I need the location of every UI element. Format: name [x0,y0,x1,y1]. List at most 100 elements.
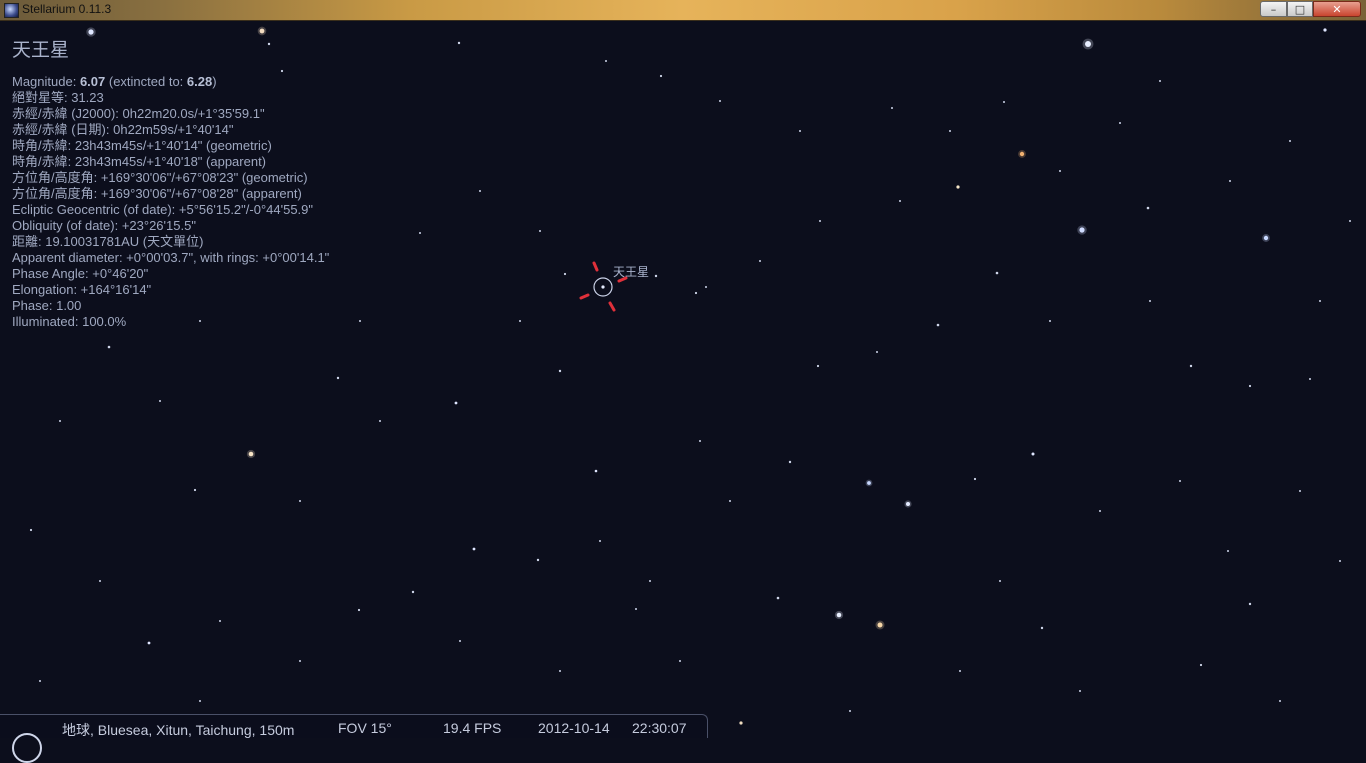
star[interactable] [559,670,561,672]
star[interactable] [1248,384,1252,388]
star[interactable] [219,620,221,622]
star[interactable] [1179,480,1181,482]
star[interactable] [379,420,381,422]
star[interactable] [759,260,761,262]
star[interactable] [1003,101,1005,103]
star[interactable] [776,596,780,600]
star[interactable] [1299,490,1301,492]
bottom-status-bar[interactable]: 地球, Bluesea, Xitun, Taichung, 150m FOV 1… [0,714,708,763]
star[interactable] [359,320,361,322]
star[interactable] [867,481,871,485]
minimize-button[interactable]: – [1260,1,1287,17]
star[interactable] [472,547,476,551]
star[interactable] [1349,220,1351,222]
close-button[interactable]: ✕ [1313,1,1361,17]
star[interactable] [539,230,541,232]
star[interactable] [336,376,340,380]
star[interactable] [147,641,151,645]
star[interactable] [1289,140,1291,142]
star[interactable] [699,440,701,442]
star[interactable] [99,580,101,582]
star[interactable] [973,477,977,481]
star[interactable] [1059,170,1061,172]
star[interactable] [419,232,421,234]
star[interactable] [694,291,698,295]
star[interactable] [159,400,161,402]
star[interactable] [891,107,893,109]
star[interactable] [29,528,33,532]
star[interactable] [599,540,601,542]
star[interactable] [248,451,254,457]
star[interactable] [936,323,940,327]
maximize-button[interactable]: □ [1287,1,1313,17]
window-titlebar[interactable]: Stellarium 0.11.3 – □ ✕ [0,0,1366,21]
star[interactable] [635,608,637,610]
star[interactable] [906,502,910,506]
star[interactable] [299,500,301,502]
star[interactable] [594,469,598,473]
star[interactable] [411,590,415,594]
star[interactable] [788,460,792,464]
star[interactable] [459,640,461,642]
star[interactable] [558,369,562,373]
star[interactable] [107,345,111,349]
star[interactable] [877,622,883,628]
star[interactable] [1229,180,1231,182]
star[interactable] [679,660,681,662]
star[interactable] [479,190,481,192]
star[interactable] [1323,28,1327,32]
star[interactable] [659,74,663,78]
star[interactable] [1149,300,1151,302]
star[interactable] [605,60,607,62]
star[interactable] [1199,663,1203,667]
star[interactable] [1079,227,1085,233]
star[interactable] [819,220,821,222]
star[interactable] [1079,690,1081,692]
star[interactable] [1319,300,1321,302]
star[interactable] [1248,602,1252,606]
star[interactable] [739,721,743,725]
star[interactable] [1085,41,1091,47]
star[interactable] [899,200,901,202]
star[interactable] [457,41,461,45]
star[interactable] [1031,452,1035,456]
star[interactable] [729,500,731,502]
star[interactable] [959,670,961,672]
star[interactable] [39,680,41,682]
star[interactable] [454,401,458,405]
star[interactable] [1339,560,1341,562]
star[interactable] [1159,80,1161,82]
star[interactable] [1309,378,1311,380]
star[interactable] [799,130,801,132]
star[interactable] [705,286,707,288]
star[interactable] [563,272,567,276]
star[interactable] [649,580,651,582]
star[interactable] [299,660,301,662]
star[interactable] [199,700,201,702]
star[interactable] [1040,626,1044,630]
star[interactable] [719,100,721,102]
star[interactable] [536,558,540,562]
star[interactable] [999,580,1001,582]
star[interactable] [59,420,61,422]
star[interactable] [816,364,820,368]
star[interactable] [956,185,960,189]
star[interactable] [876,351,878,353]
star[interactable] [654,274,658,278]
star[interactable] [259,28,265,34]
star[interactable] [519,320,521,322]
star[interactable] [949,130,951,132]
star[interactable] [1119,122,1121,124]
star[interactable] [1189,364,1193,368]
star[interactable] [1049,320,1051,322]
star[interactable] [357,608,361,612]
star[interactable] [849,710,851,712]
star[interactable] [1227,550,1229,552]
star[interactable] [1263,235,1269,241]
star[interactable] [193,488,197,492]
star[interactable] [1099,510,1101,512]
star[interactable] [1019,151,1025,157]
star[interactable] [836,612,842,618]
star[interactable] [995,271,999,275]
star[interactable] [1146,206,1150,210]
